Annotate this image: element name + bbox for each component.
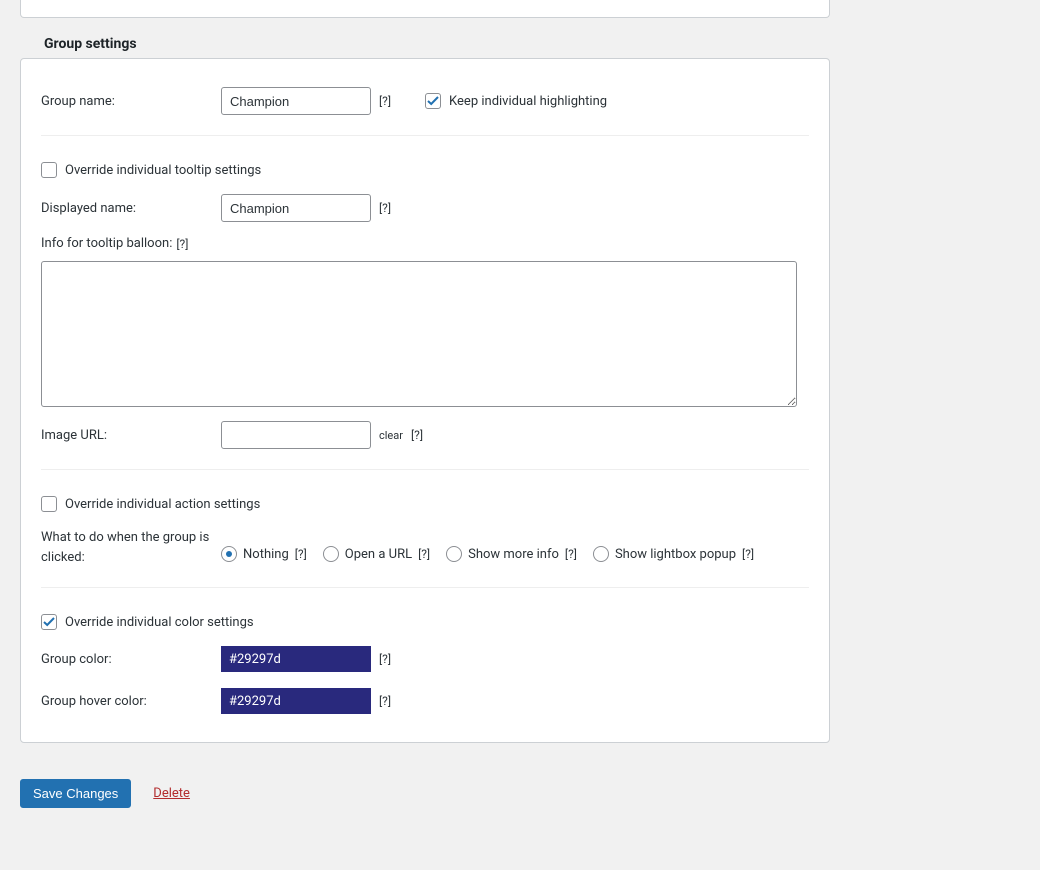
delete-link[interactable]: Delete [153, 786, 190, 801]
group-hover-color-input[interactable] [221, 688, 371, 714]
click-action-radio-nothing[interactable]: Nothing [?] [221, 546, 307, 562]
click-action-radio-more-info[interactable]: Show more info [?] [446, 546, 577, 562]
radio-help-icon[interactable]: [?] [295, 547, 307, 561]
click-action-radio-lightbox[interactable]: Show lightbox popup [?] [593, 546, 754, 562]
group-name-input[interactable] [221, 87, 371, 115]
override-tooltip-checkbox[interactable]: Override individual tooltip settings [41, 162, 261, 178]
group-color-input[interactable] [221, 646, 371, 672]
click-action-radio-open-url[interactable]: Open a URL [?] [323, 546, 430, 562]
override-color-checkbox[interactable]: Override individual color settings [41, 614, 254, 630]
radio-help-icon[interactable]: [?] [742, 547, 754, 561]
click-action-label: What to do when the group is clicked: [41, 528, 221, 567]
radio-label: Show more info [468, 547, 559, 562]
tooltip-info-help-icon[interactable]: [?] [176, 237, 188, 251]
radio-label: Nothing [243, 547, 289, 562]
tooltip-info-textarea[interactable] [41, 261, 797, 407]
keep-highlight-checkbox[interactable]: Keep individual highlighting [425, 93, 607, 109]
checkbox-icon [41, 162, 57, 178]
checkbox-icon [41, 614, 57, 630]
override-color-label: Override individual color settings [65, 615, 254, 630]
group-hover-color-help-icon[interactable]: [?] [379, 694, 391, 708]
divider [41, 469, 809, 470]
previous-card-edge [20, 0, 830, 18]
group-color-label: Group color: [41, 652, 221, 667]
save-button[interactable]: Save Changes [20, 779, 131, 808]
radio-label: Open a URL [345, 547, 412, 562]
override-action-label: Override individual action settings [65, 497, 260, 512]
radio-help-icon[interactable]: [?] [418, 547, 430, 561]
keep-highlight-label: Keep individual highlighting [449, 94, 607, 109]
group-color-help-icon[interactable]: [?] [379, 652, 391, 666]
image-url-label: Image URL: [41, 428, 221, 443]
checkbox-icon [425, 93, 441, 109]
override-tooltip-label: Override individual tooltip settings [65, 163, 261, 178]
radio-label: Show lightbox popup [615, 547, 736, 562]
group-settings-card: Group name: [?] Keep individual highligh… [20, 58, 830, 743]
group-hover-color-label: Group hover color: [41, 694, 221, 709]
radio-icon [221, 546, 237, 562]
divider [41, 135, 809, 136]
divider [41, 587, 809, 588]
image-url-clear-link[interactable]: clear [379, 429, 403, 442]
tooltip-info-label: Info for tooltip balloon: [41, 236, 172, 251]
displayed-name-help-icon[interactable]: [?] [379, 201, 391, 215]
override-action-checkbox[interactable]: Override individual action settings [41, 496, 260, 512]
image-url-input[interactable] [221, 421, 371, 449]
radio-help-icon[interactable]: [?] [565, 547, 577, 561]
group-name-label: Group name: [41, 94, 221, 109]
displayed-name-label: Displayed name: [41, 201, 221, 216]
checkbox-icon [41, 496, 57, 512]
radio-icon [446, 546, 462, 562]
radio-icon [323, 546, 339, 562]
group-name-help-icon[interactable]: [?] [379, 94, 391, 108]
section-title: Group settings [20, 36, 830, 58]
displayed-name-input[interactable] [221, 194, 371, 222]
radio-icon [593, 546, 609, 562]
image-url-help-icon[interactable]: [?] [411, 428, 423, 442]
